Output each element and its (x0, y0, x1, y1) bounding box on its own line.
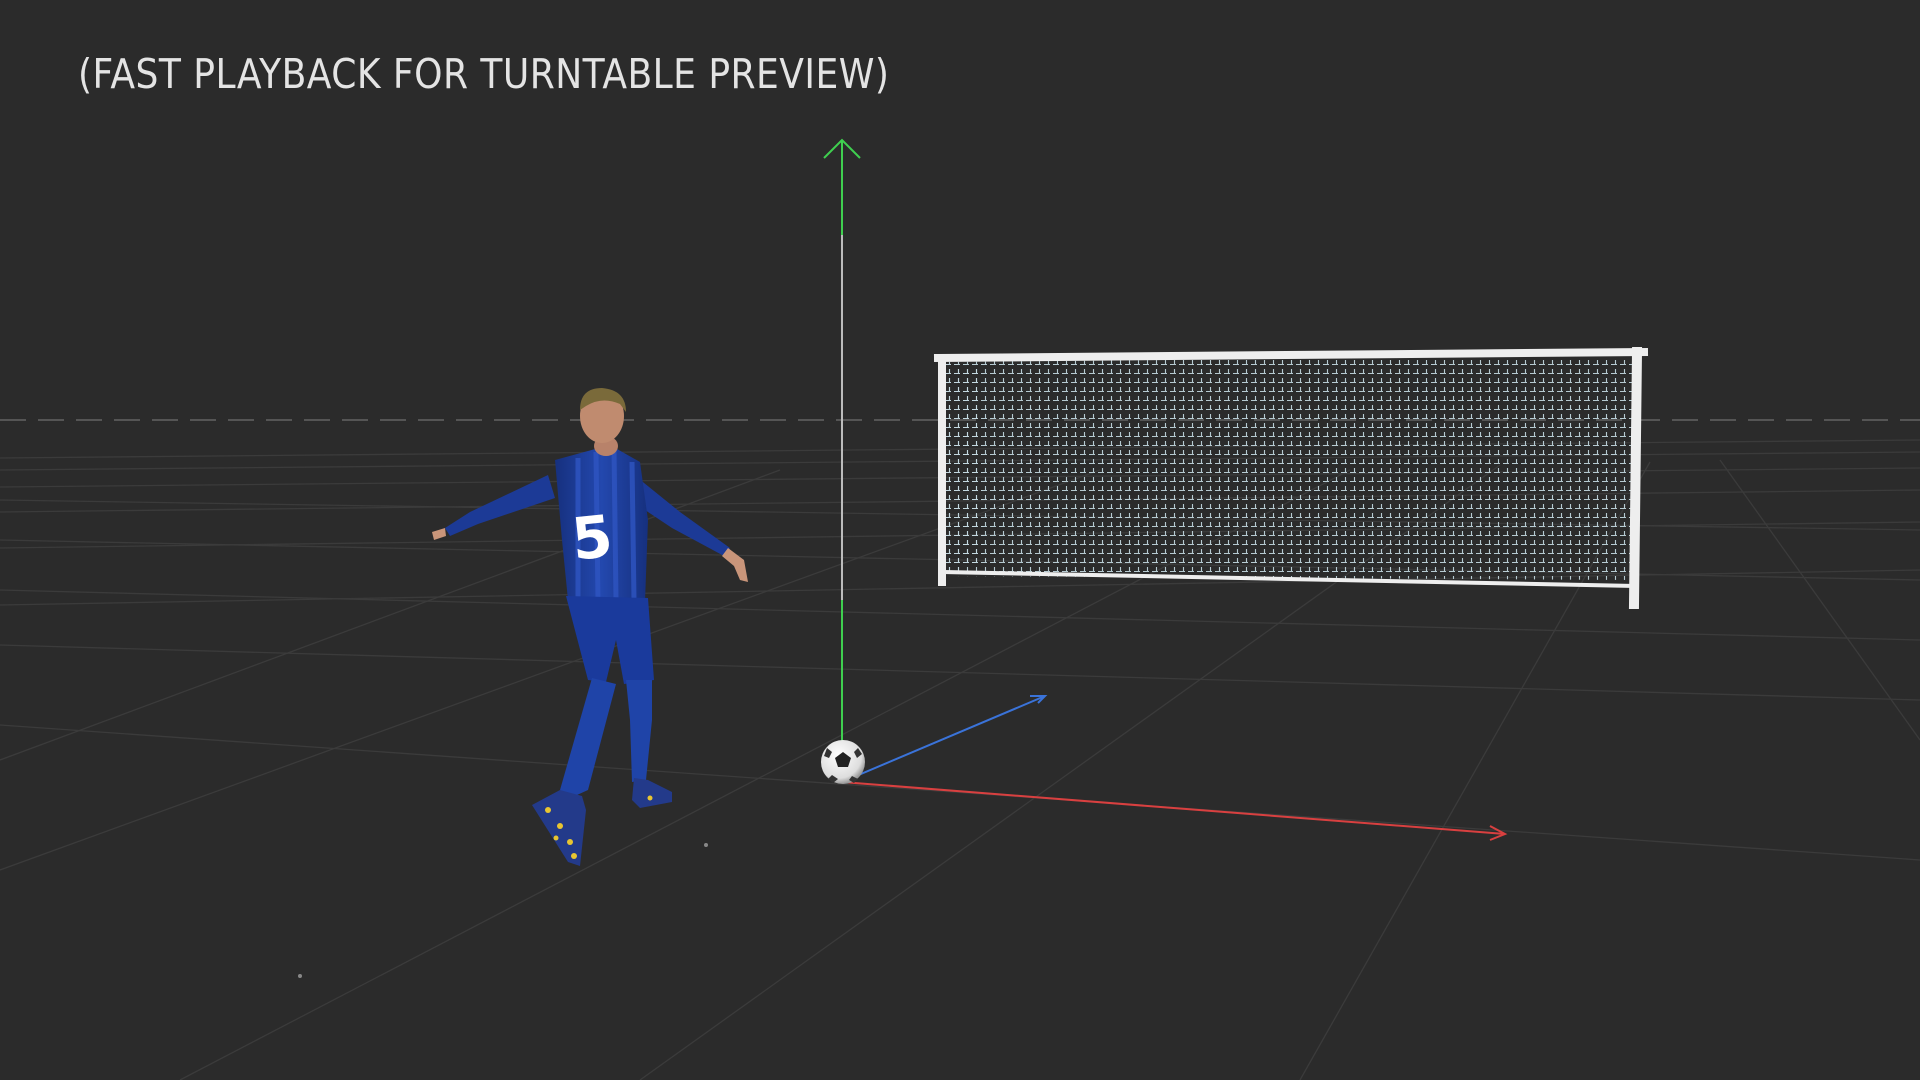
3d-viewport[interactable]: 5 (FAST PLAYBACK FOR TURNTABLE PREVIEW) (0, 0, 1920, 1080)
gizmo-x-axis[interactable] (841, 781, 1506, 835)
goal-right-post (1628, 346, 1643, 610)
scene-canvas[interactable]: 5 (0, 0, 1920, 1080)
jersey-number: 5 (568, 502, 615, 574)
scene-point (704, 843, 708, 847)
player-right-leg (626, 680, 652, 782)
football[interactable] (821, 740, 865, 784)
goal-net (940, 356, 1638, 580)
playback-overlay-label: (FAST PLAYBACK FOR TURNTABLE PREVIEW) (78, 50, 890, 98)
goal-net-side (940, 362, 984, 576)
gizmo-z-axis[interactable] (841, 695, 1046, 783)
scene-point (298, 974, 302, 978)
goal[interactable] (933, 346, 1649, 610)
player[interactable]: 5 (432, 388, 748, 866)
player-left-leg (560, 678, 616, 800)
player-shorts (566, 596, 654, 684)
player-right-boot (632, 778, 672, 808)
